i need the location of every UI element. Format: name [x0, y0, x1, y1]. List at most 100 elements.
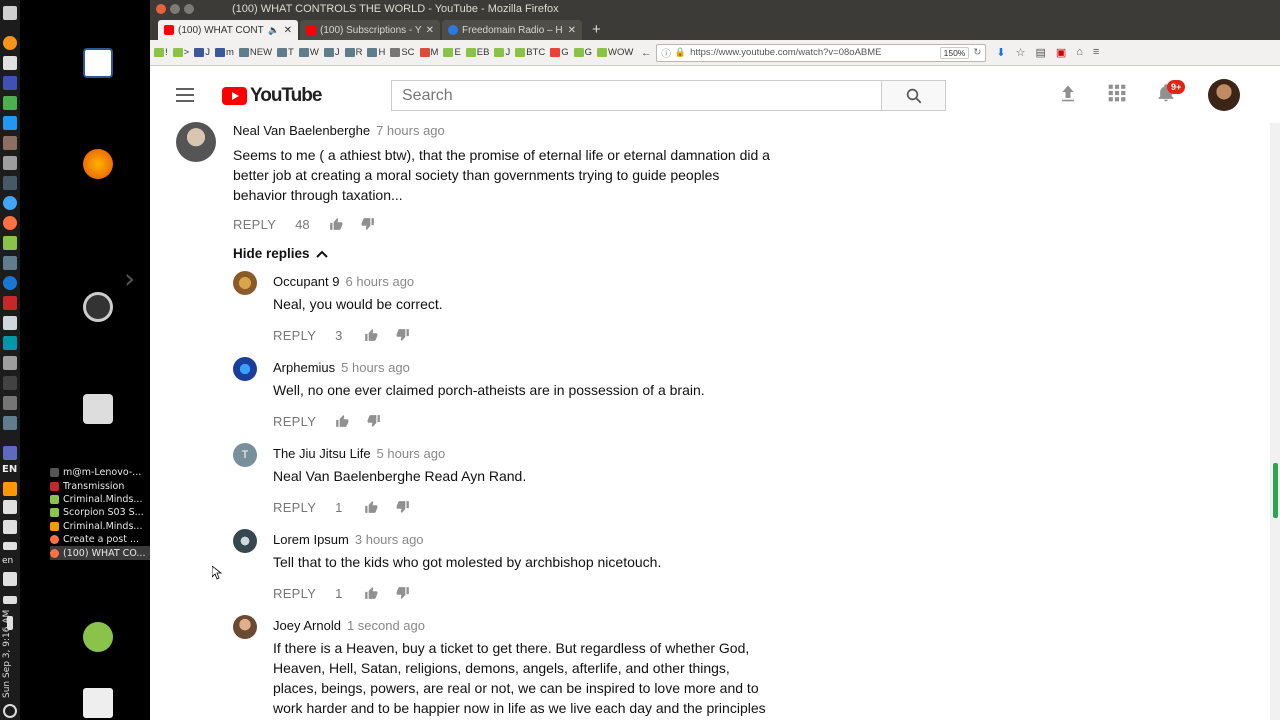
power-icon[interactable] — [3, 704, 17, 718]
task-item[interactable]: Scorpion S03 S... — [50, 506, 150, 519]
task-item[interactable]: m@m-Lenovo-... — [50, 466, 150, 479]
apps-grid-icon[interactable] — [1107, 83, 1127, 103]
avatar[interactable] — [176, 122, 216, 162]
close-window-button[interactable] — [156, 4, 166, 14]
comment-time[interactable]: 3 hours ago — [355, 532, 424, 547]
bitcoin-icon[interactable] — [3, 36, 17, 50]
thumbs-up-icon[interactable] — [363, 499, 379, 515]
transmission-icon[interactable] — [3, 296, 17, 310]
bookmark-item[interactable]: m — [214, 47, 234, 58]
bookmark-item[interactable]: > — [172, 47, 189, 58]
bookmark-item[interactable]: BTC — [515, 47, 545, 58]
wifi-icon[interactable] — [3, 500, 17, 514]
bookmark-item[interactable]: E — [443, 47, 461, 58]
reply-button[interactable]: REPLY — [273, 414, 316, 429]
thumbs-down-icon[interactable] — [366, 413, 382, 429]
trash-icon[interactable] — [83, 688, 113, 718]
close-tab-icon[interactable]: ✕ — [284, 25, 292, 36]
maximize-window-button[interactable] — [184, 4, 194, 14]
thumbs-down-icon[interactable] — [395, 585, 411, 601]
vlc-icon[interactable] — [3, 482, 17, 496]
tab-subscriptions[interactable]: (100) Subscriptions - Y ✕ — [300, 20, 440, 40]
bookmark-item[interactable]: W — [298, 47, 319, 58]
chevron-right-icon[interactable]: › — [124, 262, 135, 295]
reply-button[interactable]: REPLY — [273, 586, 316, 601]
dock-app-icon[interactable] — [3, 6, 17, 20]
thumbs-down-icon[interactable] — [395, 499, 411, 515]
task-item[interactable]: Create a post ... — [50, 533, 150, 546]
thumbs-down-icon[interactable] — [395, 327, 411, 343]
tab-freedomain[interactable]: Freedomain Radio – H ✕ — [442, 20, 582, 40]
keyboard-layout[interactable]: EN — [2, 464, 17, 475]
reply-button[interactable]: REPLY — [233, 217, 276, 232]
bookmark-star-icon[interactable]: ☆ — [1016, 46, 1026, 59]
keyboard-lang[interactable]: en — [2, 556, 13, 566]
url-bar[interactable]: ⓘ 🔒 https://www.youtube.com/watch?v=08oA… — [656, 43, 987, 62]
settings-icon[interactable] — [3, 396, 17, 410]
avatar[interactable] — [233, 271, 257, 295]
account-avatar[interactable] — [1208, 79, 1240, 111]
bookmark-item[interactable]: M — [419, 47, 438, 58]
url-text[interactable]: https://www.youtube.com/watch?v=08oABME — [690, 47, 936, 58]
volume-icon[interactable] — [3, 572, 17, 586]
folder-icon[interactable] — [3, 236, 17, 250]
disk-icon[interactable] — [3, 156, 17, 170]
bookmark-item[interactable]: J — [194, 47, 210, 58]
thumbs-up-icon[interactable] — [334, 413, 350, 429]
page-scrollbar[interactable] — [1270, 123, 1280, 720]
comment-author[interactable]: Lorem Ipsum — [273, 532, 349, 547]
bookmark-item[interactable]: EB — [465, 47, 489, 58]
close-tab-icon[interactable]: ✕ — [568, 25, 576, 36]
reply-button[interactable]: REPLY — [273, 500, 316, 515]
battery-status-icon[interactable] — [3, 596, 17, 604]
library-icon[interactable]: ▤ — [1035, 46, 1045, 59]
user-switch-icon[interactable] — [83, 622, 113, 652]
atom-icon[interactable] — [3, 336, 17, 350]
bookmark-item[interactable]: H — [367, 47, 385, 58]
thumbs-up-icon[interactable] — [363, 585, 379, 601]
bookmark-item[interactable]: R — [344, 47, 362, 58]
reply-button[interactable]: REPLY — [273, 328, 316, 343]
scrollbar-thumb[interactable] — [1273, 463, 1278, 518]
archive-icon[interactable] — [83, 394, 113, 424]
game-icon[interactable] — [3, 356, 17, 370]
new-tab-button[interactable]: + — [584, 21, 609, 40]
comment-time[interactable]: 6 hours ago — [346, 274, 415, 289]
thumbs-up-icon[interactable] — [363, 327, 379, 343]
bookmark-item[interactable]: J — [323, 47, 340, 58]
speaker-icon[interactable]: 🔈 — [268, 25, 279, 36]
youtube-extension-icon[interactable]: ▣ — [1056, 46, 1066, 59]
youtube-logo[interactable]: YouTube — [222, 85, 322, 107]
comment-time[interactable]: 5 hours ago — [341, 360, 410, 375]
reload-icon[interactable]: ↻ — [973, 47, 981, 58]
bookmark-item[interactable]: J — [494, 47, 510, 58]
monitor-icon[interactable] — [3, 316, 17, 330]
comment-author[interactable]: Joey Arnold — [273, 618, 341, 633]
search-button[interactable] — [881, 81, 945, 110]
comment-time[interactable]: 7 hours ago — [376, 123, 445, 138]
task-item[interactable]: Criminal.Minds... — [50, 520, 150, 533]
spreadsheet-icon[interactable] — [3, 96, 17, 110]
tab-what-controls[interactable]: (100) WHAT CONTR 🔈 ✕ — [158, 20, 298, 40]
bookmark-item[interactable]: WOW — [597, 47, 633, 58]
avatar[interactable] — [233, 529, 257, 553]
zoom-level[interactable]: 150% — [939, 46, 970, 59]
text-editor-icon[interactable] — [3, 56, 17, 70]
minimize-window-button[interactable] — [170, 4, 180, 14]
comment-author[interactable]: Arphemius — [273, 360, 335, 375]
comment-time[interactable]: 5 hours ago — [377, 446, 446, 461]
search-input[interactable] — [392, 81, 881, 110]
system-clock[interactable]: Sun Sep 3, 9:16 AM — [2, 608, 18, 700]
download-icon[interactable]: ⬇ — [996, 46, 1005, 59]
chrome-icon[interactable] — [3, 276, 17, 290]
thumbs-up-icon[interactable] — [328, 216, 344, 232]
task-item[interactable]: Transmission — [50, 479, 150, 492]
firefox-icon[interactable] — [3, 216, 17, 230]
writer-document-icon[interactable] — [83, 48, 113, 78]
bookmark-item[interactable]: SC — [390, 47, 415, 58]
notifications-button[interactable]: 9+ — [1156, 80, 1186, 103]
files-icon[interactable] — [3, 136, 17, 150]
comment-author[interactable]: Occupant 9 — [273, 274, 340, 289]
menu-icon[interactable]: ≡ — [1093, 46, 1099, 59]
bookmark-item[interactable]: G — [573, 47, 592, 58]
